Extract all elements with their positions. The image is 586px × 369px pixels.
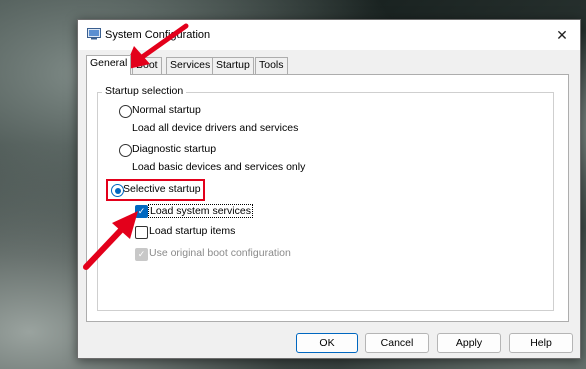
diagnostic-startup-label[interactable]: Diagnostic startup <box>132 143 216 155</box>
load-startup-items-label[interactable]: Load startup items <box>149 225 235 237</box>
cancel-button[interactable]: Cancel <box>365 333 429 353</box>
apply-button[interactable]: Apply <box>437 333 501 353</box>
general-tab-panel: Startup selection Normal startup Load al… <box>86 74 569 322</box>
diagnostic-startup-description: Load basic devices and services only <box>132 161 306 173</box>
close-icon: ✕ <box>556 27 568 43</box>
diagnostic-startup-radio[interactable] <box>119 144 132 157</box>
normal-startup-description: Load all device drivers and services <box>132 122 299 134</box>
normal-startup-label[interactable]: Normal startup <box>132 104 201 116</box>
startup-selection-label: Startup selection <box>102 85 187 97</box>
system-configuration-icon <box>87 28 101 40</box>
close-button[interactable]: ✕ <box>550 24 574 46</box>
tab-startup[interactable]: Startup <box>212 57 254 74</box>
normal-startup-radio[interactable] <box>119 105 132 118</box>
help-button[interactable]: Help <box>509 333 573 353</box>
ok-button[interactable]: OK <box>296 333 358 353</box>
selective-startup-label[interactable]: Selective startup <box>123 183 201 195</box>
use-original-boot-label: Use original boot configuration <box>149 247 291 259</box>
tab-tools[interactable]: Tools <box>255 57 288 74</box>
arrow-to-load-system-services-icon <box>83 211 138 270</box>
tab-general[interactable]: General <box>86 55 132 75</box>
load-system-services-label[interactable]: Load system services <box>148 204 253 218</box>
